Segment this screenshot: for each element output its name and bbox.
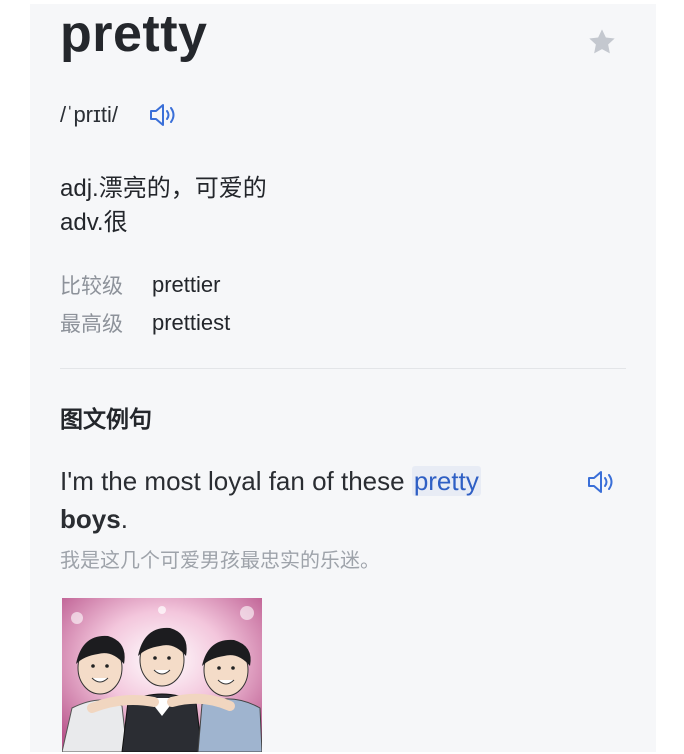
example-highlight: pretty — [411, 466, 481, 496]
form-value[interactable]: prettier — [152, 272, 220, 298]
star-icon[interactable] — [586, 26, 618, 58]
speaker-icon[interactable] — [148, 102, 178, 128]
word-forms: 比较级 prettier 最高级 prettiest — [60, 266, 230, 342]
example-period: . — [120, 504, 128, 534]
example-illustration — [62, 598, 262, 752]
example-text: I'm the most loyal fan of these — [60, 466, 412, 496]
form-label: 最高级 — [60, 313, 123, 336]
example-bold-word: boys — [60, 504, 121, 534]
headword: pretty — [60, 5, 208, 63]
section-title: 图文例句 — [60, 406, 152, 432]
form-row-comparative: 比较级 prettier — [60, 266, 230, 304]
form-label: 比较级 — [60, 275, 123, 298]
form-value[interactable]: prettiest — [152, 310, 230, 336]
dictionary-card: pretty /ˈprɪti/ adj.漂亮的，可爱的 adv.很 比较级 pr… — [30, 4, 656, 752]
definition-adj: adj.漂亮的，可爱的 — [60, 175, 267, 202]
form-row-superlative: 最高级 prettiest — [60, 304, 230, 342]
example-sentence: I'm the most loyal fan of these pretty bo… — [60, 462, 560, 538]
definition-adv: adv.很 — [60, 209, 128, 236]
pronunciation-row: /ˈprɪti/ — [60, 102, 178, 128]
example-translation: 我是这几个可爱男孩最忠实的乐迷。 — [60, 550, 380, 572]
definitions: adj.漂亮的，可爱的 adv.很 — [60, 172, 267, 240]
divider — [60, 368, 626, 369]
phonetic: /ˈprɪti/ — [60, 102, 118, 127]
speaker-icon[interactable] — [586, 469, 616, 495]
